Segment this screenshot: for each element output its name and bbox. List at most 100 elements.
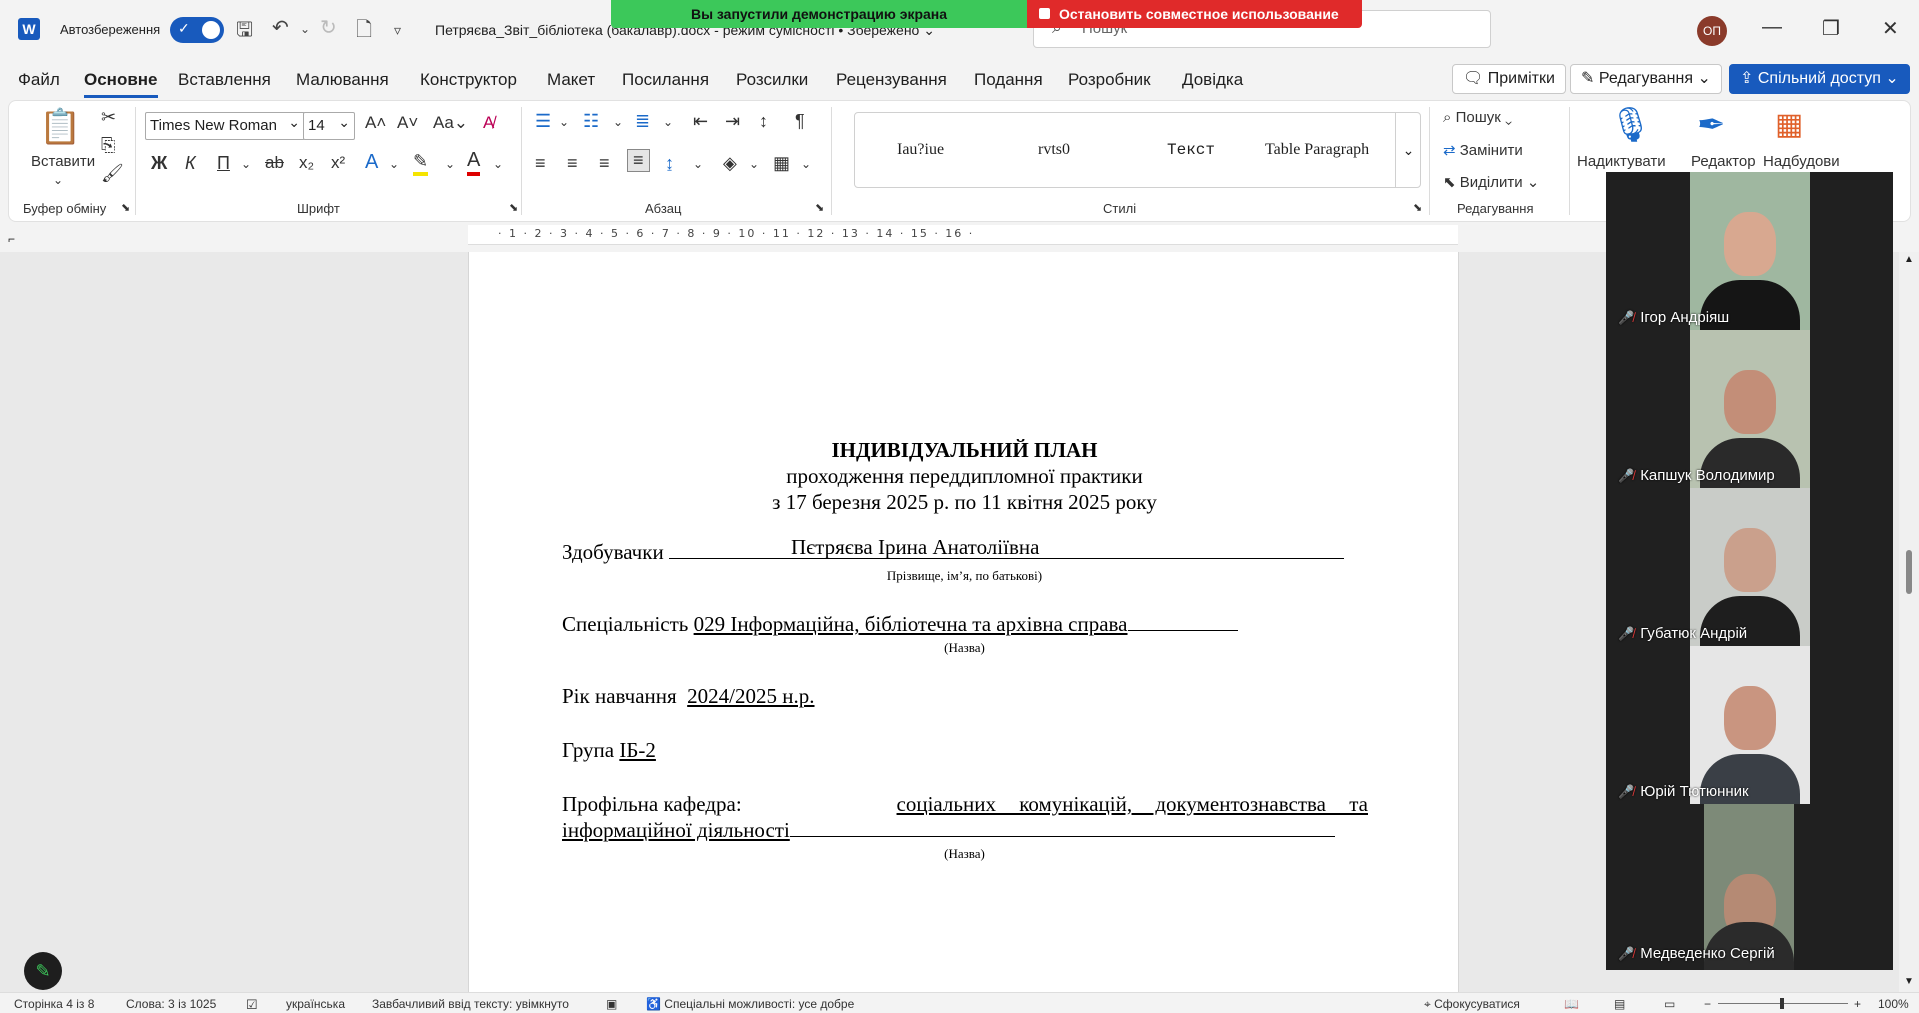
tab-home[interactable]: Основне: [84, 70, 158, 98]
undo-dropdown-icon[interactable]: ⌄: [300, 22, 310, 36]
tab-references[interactable]: Посилання: [622, 70, 709, 90]
tab-file[interactable]: Файл: [18, 70, 60, 90]
cut-icon[interactable]: ✂: [101, 107, 116, 128]
focus-button[interactable]: ⌖ Сфокусуватися: [1424, 997, 1520, 1012]
editor-button[interactable]: Редактор: [1691, 153, 1756, 170]
addins-icon[interactable]: ▦: [1775, 107, 1803, 142]
style-item[interactable]: Iau?iue: [897, 141, 944, 159]
highlight-icon[interactable]: ✎: [413, 151, 429, 176]
tab-insert[interactable]: Вставлення: [178, 70, 271, 90]
zoom-in-icon[interactable]: +: [1854, 997, 1861, 1011]
subscript-icon[interactable]: x₂: [299, 153, 314, 173]
autosave-toggle[interactable]: [170, 17, 224, 43]
scroll-down-icon[interactable]: ▼: [1904, 976, 1914, 987]
font-color-icon[interactable]: A: [467, 149, 481, 176]
tab-draw[interactable]: Малювання: [296, 70, 389, 90]
font-size-combo[interactable]: 14: [303, 109, 355, 140]
close-icon[interactable]: ✕: [1882, 16, 1899, 41]
superscript-icon[interactable]: x²: [331, 153, 345, 173]
print-layout-icon[interactable]: ▤: [1614, 997, 1625, 1011]
new-doc-icon[interactable]: 🗋: [356, 15, 372, 49]
document-page[interactable]: ІНДИВІДУАЛЬНИЙ ПЛАН проходження переддип…: [468, 252, 1459, 992]
tab-developer[interactable]: Розробник: [1068, 70, 1151, 90]
justify-icon[interactable]: ≡: [627, 149, 650, 172]
participant-tile[interactable]: 🎤̸ Губатюк Андрій: [1606, 488, 1893, 646]
bullets-dropdown-icon[interactable]: ⌄: [559, 115, 569, 129]
tab-layout[interactable]: Макет: [547, 70, 595, 90]
microphone-icon[interactable]: 🎙: [1609, 105, 1652, 145]
line-spacing-dropdown-icon[interactable]: ⌄: [693, 157, 703, 171]
clipboard-launcher-icon[interactable]: ⬊: [121, 201, 130, 214]
decrease-indent-icon[interactable]: ⇤: [693, 111, 708, 132]
redo-icon[interactable]: ↻: [320, 15, 337, 40]
participant-tile[interactable]: 🎤̸ Медведенко Сергій: [1606, 804, 1893, 970]
word-count[interactable]: Слова: 3 із 1025: [126, 997, 216, 1011]
bullets-icon[interactable]: ☰: [535, 111, 551, 132]
proofing-icon[interactable]: ☑: [246, 997, 258, 1013]
participant-tile[interactable]: 🎤̸ Ігор Андріяш: [1606, 172, 1893, 330]
draw-pen-button[interactable]: ✎: [24, 952, 62, 990]
editing-mode-button[interactable]: ✎ Редагування ⌄: [1570, 64, 1722, 94]
copy-icon[interactable]: ⎘: [101, 135, 115, 156]
minimize-icon[interactable]: —: [1762, 16, 1782, 39]
text-effects-dropdown-icon[interactable]: ⌄: [389, 157, 399, 171]
underline-dropdown-icon[interactable]: ⌄: [241, 157, 251, 171]
avatar[interactable]: ОП: [1697, 16, 1727, 46]
show-formatting-marks-icon[interactable]: ¶: [795, 111, 805, 132]
paste-icon[interactable]: 📋: [39, 107, 81, 147]
horizontal-ruler[interactable]: · 1 · 2 · 3 · 4 · 5 · 6 · 7 · 8 · 9 · 10…: [468, 225, 1458, 245]
macro-icon[interactable]: ▣: [606, 997, 617, 1011]
addins-button[interactable]: Надбудови: [1763, 153, 1840, 170]
vertical-scrollbar[interactable]: ▲ ▼: [1899, 252, 1919, 992]
format-painter-icon[interactable]: 🖌: [101, 163, 124, 184]
predictive-text-status[interactable]: Завбачливий ввід тексту: увімкнуто: [372, 997, 569, 1011]
read-mode-icon[interactable]: 📖: [1564, 997, 1579, 1011]
numbering-dropdown-icon[interactable]: ⌄: [613, 115, 623, 129]
select-button[interactable]: ⬉ Виділити ⌄: [1443, 173, 1539, 191]
zoom-out-icon[interactable]: −: [1704, 997, 1711, 1011]
multilevel-list-icon[interactable]: ≣: [635, 111, 650, 132]
save-icon[interactable]: 🖫: [236, 15, 253, 49]
shading-icon[interactable]: ◈: [723, 153, 737, 174]
dictate-button[interactable]: Надиктувати: [1577, 153, 1666, 170]
find-button[interactable]: ⌕ Пошук ⌄: [1443, 109, 1512, 126]
tab-help[interactable]: Довідка: [1182, 70, 1243, 90]
editor-icon[interactable]: ✒: [1697, 105, 1726, 145]
scrollbar-thumb[interactable]: [1906, 550, 1912, 594]
strikethrough-icon[interactable]: ab: [265, 153, 284, 173]
align-left-icon[interactable]: ≡: [535, 153, 546, 174]
style-item[interactable]: Table Paragraph: [1265, 141, 1369, 159]
paste-button[interactable]: Вставити: [31, 153, 95, 170]
style-item[interactable]: Текст: [1167, 141, 1215, 159]
italic-button[interactable]: К: [185, 153, 196, 174]
paragraph-launcher-icon[interactable]: ⬊: [815, 201, 824, 214]
styles-more-icon[interactable]: ⌄: [1395, 113, 1421, 187]
sort-icon[interactable]: ↕: [759, 111, 768, 132]
zoom-level[interactable]: 100%: [1878, 997, 1909, 1011]
borders-dropdown-icon[interactable]: ⌄: [801, 157, 811, 171]
grow-font-icon[interactable]: A˄: [365, 113, 386, 133]
styles-launcher-icon[interactable]: ⬊: [1413, 201, 1422, 214]
multilevel-dropdown-icon[interactable]: ⌄: [663, 115, 673, 129]
bold-button[interactable]: Ж: [151, 153, 167, 174]
align-right-icon[interactable]: ≡: [599, 153, 610, 174]
shrink-font-icon[interactable]: A˅: [397, 113, 418, 133]
font-launcher-icon[interactable]: ⬊: [509, 201, 518, 214]
page-count[interactable]: Сторінка 4 із 8: [14, 997, 94, 1011]
tab-design[interactable]: Конструктор: [420, 70, 517, 90]
replace-button[interactable]: ⇄ Замінити: [1443, 141, 1523, 159]
text-effects-icon[interactable]: A: [365, 151, 378, 174]
tab-review[interactable]: Рецензування: [836, 70, 947, 90]
zoom-slider-thumb[interactable]: [1780, 998, 1784, 1009]
tab-mailings[interactable]: Розсилки: [736, 70, 808, 90]
maximize-icon[interactable]: ❐: [1822, 16, 1840, 41]
web-layout-icon[interactable]: ▭: [1664, 997, 1675, 1011]
clear-formatting-icon[interactable]: A̸: [483, 113, 494, 133]
numbering-icon[interactable]: ☷: [583, 111, 599, 132]
font-color-dropdown-icon[interactable]: ⌄: [493, 157, 503, 171]
paste-dropdown-icon[interactable]: ⌄: [53, 173, 63, 187]
comments-button[interactable]: 🗨 Примітки: [1452, 64, 1566, 94]
font-name-combo[interactable]: Times New Roman: [145, 109, 305, 140]
stop-sharing-button[interactable]: Остановить совместное использование: [1027, 0, 1362, 28]
scroll-up-icon[interactable]: ▲: [1904, 254, 1914, 265]
